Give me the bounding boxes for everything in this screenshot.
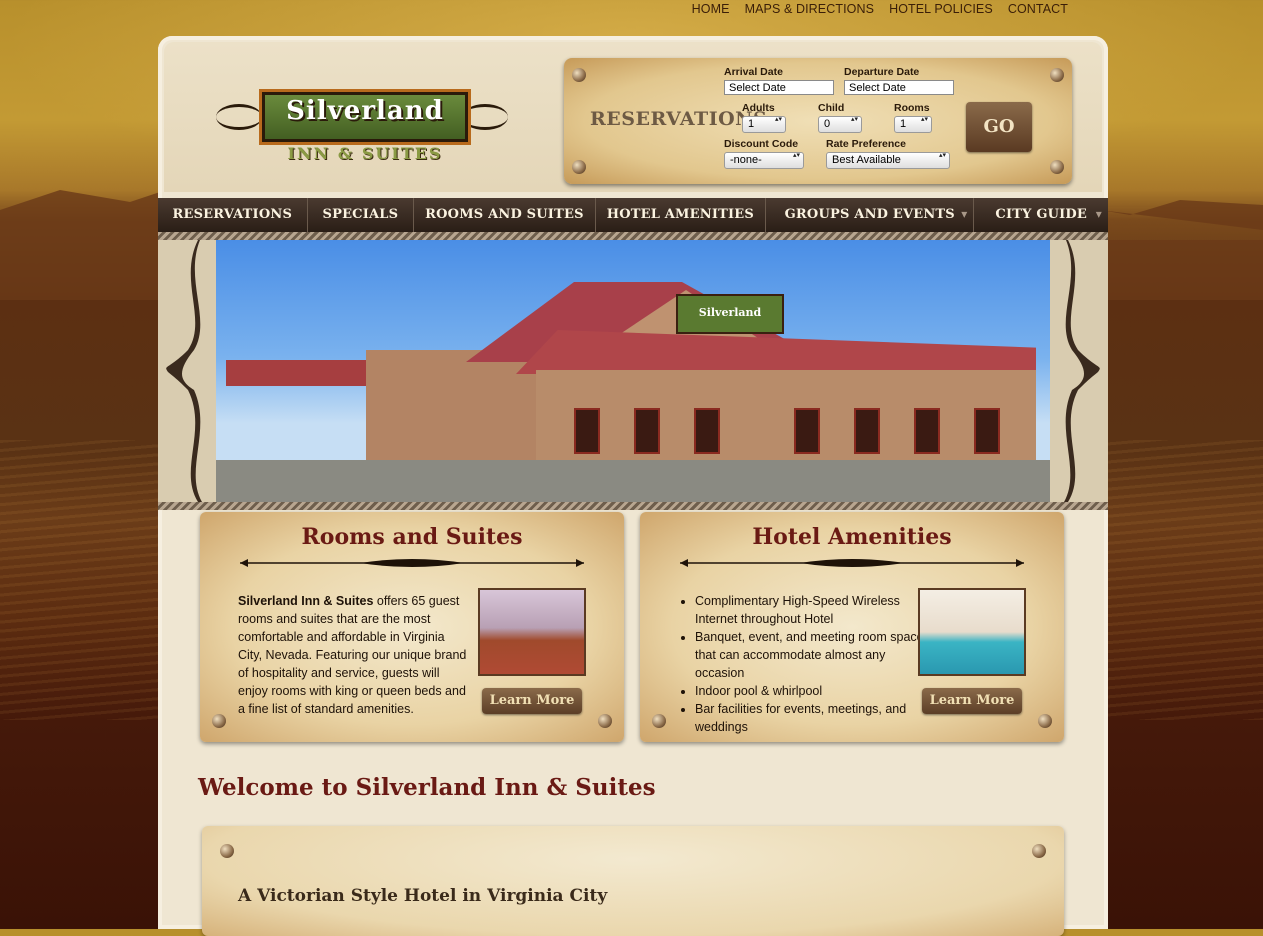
welcome-panel: A Victorian Style Hotel in Virginia City: [202, 826, 1064, 936]
top-nav-maps-directions[interactable]: MAPS & DIRECTIONS: [745, 2, 875, 16]
hero-image: Silverland: [158, 240, 1108, 502]
hero-window: [916, 410, 938, 452]
top-nav-contact[interactable]: CONTACT: [1008, 2, 1068, 16]
nail-icon: [1032, 844, 1046, 858]
go-button[interactable]: GO: [966, 102, 1032, 152]
hero-window: [856, 410, 878, 452]
nail-icon: [220, 844, 234, 858]
ornament-left-icon: [158, 240, 216, 502]
logo-name: Silverland: [286, 96, 444, 126]
departure-date-input[interactable]: Select Date: [844, 80, 954, 95]
departure-date-label: Departure Date: [844, 66, 920, 78]
nail-icon: [572, 68, 586, 82]
rooms-label: Rooms: [894, 102, 930, 114]
page-container: Silverland INN & SUITES RESERVATIONS Arr…: [158, 36, 1108, 936]
amenity-item: Banquet, event, and meeting room space t…: [695, 628, 935, 682]
hero-window: [636, 410, 658, 452]
amenity-item: Bar facilities for events, meetings, and…: [695, 700, 935, 736]
nail-icon: [212, 714, 226, 728]
amenity-item: Indoor pool & whirlpool: [695, 682, 935, 700]
rooms-card: Rooms and Suites Silverland Inn & Suites…: [200, 512, 624, 742]
hero-window: [976, 410, 998, 452]
rooms-card-text: Silverland Inn & Suites offers 65 guest …: [238, 592, 470, 718]
hero-window: [696, 410, 718, 452]
rooms-card-title: Rooms and Suites: [301, 524, 523, 550]
nav-groups-and-events[interactable]: GROUPS AND EVENTS: [766, 198, 975, 232]
rooms-card-text-bold: Silverland Inn & Suites: [238, 594, 374, 608]
nav-rooms-and-suites[interactable]: ROOMS AND SUITES: [414, 198, 596, 232]
nail-icon: [652, 714, 666, 728]
amenity-item: Complimentary High-Speed Wireless Intern…: [695, 592, 935, 628]
logo-subtitle: INN & SUITES: [287, 144, 443, 163]
main-nav: RESERVATIONS SPECIALS ROOMS AND SUITES H…: [158, 198, 1108, 232]
rooms-learn-more-button[interactable]: Learn More: [482, 688, 582, 714]
welcome-heading: Welcome to Silverland Inn & Suites: [198, 774, 656, 801]
flourish-divider-icon: [240, 559, 584, 567]
top-nav-hotel-policies[interactable]: HOTEL POLICIES: [889, 2, 993, 16]
hero-window: [576, 410, 598, 452]
amenities-thumbnail[interactable]: [918, 588, 1026, 676]
top-nav: HOME MAPS & DIRECTIONS HOTEL POLICIES CO…: [692, 2, 1068, 16]
nav-specials[interactable]: SPECIALS: [308, 198, 415, 232]
logo[interactable]: Silverland INN & SUITES: [212, 78, 512, 170]
hero-building: [536, 370, 1036, 470]
amenities-card-title: Hotel Amenities: [752, 524, 952, 550]
welcome-subheading: A Victorian Style Hotel in Virginia City: [238, 886, 608, 906]
child-select[interactable]: 0: [818, 116, 862, 133]
nav-city-guide[interactable]: CITY GUIDE: [974, 198, 1108, 232]
hero-window: [796, 410, 818, 452]
amenities-learn-more-button[interactable]: Learn More: [922, 688, 1022, 714]
nail-icon: [1050, 160, 1064, 174]
discount-code-select[interactable]: -none-: [724, 152, 804, 169]
arrival-date-label: Arrival Date: [724, 66, 783, 78]
hero-building-left: [366, 350, 546, 470]
rooms-card-text-body: offers 65 guest rooms and suites that ar…: [238, 594, 467, 716]
rate-preference-select[interactable]: Best Available: [826, 152, 950, 169]
logo-scroll-left: [216, 104, 262, 130]
adults-label: Adults: [742, 102, 775, 114]
arrival-date-input[interactable]: Select Date: [724, 80, 834, 95]
hero-parking-lot: [216, 460, 1050, 502]
ornament-right-icon: [1050, 240, 1108, 502]
amenities-list: Complimentary High-Speed Wireless Intern…: [678, 592, 935, 736]
nav-reservations[interactable]: RESERVATIONS: [158, 198, 308, 232]
nav-hotel-amenities[interactable]: HOTEL AMENITIES: [596, 198, 767, 232]
top-nav-home[interactable]: HOME: [692, 2, 730, 16]
rooms-thumbnail[interactable]: [478, 588, 586, 676]
rate-preference-label: Rate Preference: [826, 138, 906, 150]
hero-photo: Silverland: [216, 240, 1050, 502]
rooms-select[interactable]: 1: [894, 116, 932, 133]
nail-icon: [598, 714, 612, 728]
hero-sign: Silverland: [676, 294, 784, 334]
rope-divider: [158, 232, 1108, 240]
discount-code-label: Discount Code: [724, 138, 799, 150]
adults-select[interactable]: 1: [742, 116, 786, 133]
flourish-divider-icon: [680, 559, 1024, 567]
logo-scroll-right: [462, 104, 508, 130]
child-label: Child: [818, 102, 845, 114]
header: Silverland INN & SUITES RESERVATIONS Arr…: [164, 42, 1102, 192]
reservation-widget: RESERVATIONS Arrival Date Select Date De…: [564, 58, 1072, 184]
rope-divider: [158, 502, 1108, 510]
amenities-card: Hotel Amenities Complimentary High-Speed…: [640, 512, 1064, 742]
nail-icon: [572, 160, 586, 174]
nail-icon: [1038, 714, 1052, 728]
reservations-title: RESERVATIONS: [590, 108, 768, 130]
nail-icon: [1050, 68, 1064, 82]
